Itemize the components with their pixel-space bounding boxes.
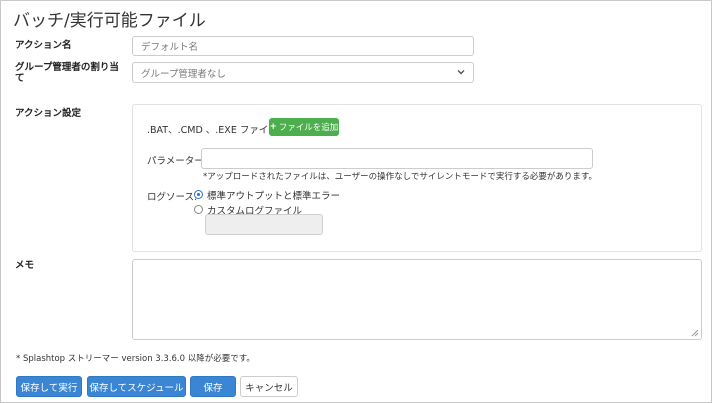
- plus-icon: +: [269, 122, 277, 132]
- action-name-placeholder: デフォルト名: [141, 42, 199, 53]
- action-settings-label: アクション設定: [15, 108, 82, 119]
- streamer-version-note: * Splashtop ストリーマー version 3.3.6.0 以降が必要…: [16, 354, 255, 364]
- group-admin-selected: グループ管理者なし: [141, 68, 226, 80]
- memo-textarea[interactable]: [132, 259, 702, 340]
- save-and-schedule-button[interactable]: 保存してスケジュール: [87, 376, 186, 397]
- parameter-input[interactable]: [201, 148, 593, 169]
- action-name-input[interactable]: デフォルト名: [132, 36, 474, 56]
- memo-label: メモ: [15, 260, 35, 271]
- file-types-label: .BAT、.CMD 、.EXE ファイル:: [147, 125, 282, 136]
- group-admin-label: グループ管理者の割り当て: [15, 62, 119, 84]
- dialog-frame: バッチ/実行可能ファイル アクション名 デフォルト名 グループ管理者の割り当て …: [0, 0, 712, 403]
- log-option-custom-radio[interactable]: [194, 205, 203, 214]
- group-admin-select[interactable]: グループ管理者なし: [132, 62, 474, 83]
- log-option-std-label: 標準アウトプットと標準エラー: [207, 191, 341, 202]
- add-file-button-label: ファイルを追加: [278, 123, 339, 133]
- save-and-run-button[interactable]: 保存して実行: [16, 376, 82, 397]
- log-source-label: ログソース:: [147, 192, 198, 203]
- add-file-button[interactable]: + ファイルを追加: [269, 118, 339, 136]
- parameter-label: パラメーター:: [147, 156, 207, 167]
- custom-log-path-input: [205, 214, 323, 235]
- resize-grip-icon[interactable]: [691, 329, 699, 337]
- cancel-button[interactable]: キャンセル: [240, 376, 298, 397]
- upload-note: *アップロードされたファイルは、ユーザーの操作なしでサイレントモードで実行する必…: [203, 172, 597, 182]
- action-name-label: アクション名: [15, 40, 72, 51]
- page-title: バッチ/実行可能ファイル: [13, 11, 206, 31]
- log-option-std-radio[interactable]: [194, 190, 203, 199]
- chevron-down-icon: [457, 70, 465, 75]
- save-button[interactable]: 保存: [190, 376, 236, 397]
